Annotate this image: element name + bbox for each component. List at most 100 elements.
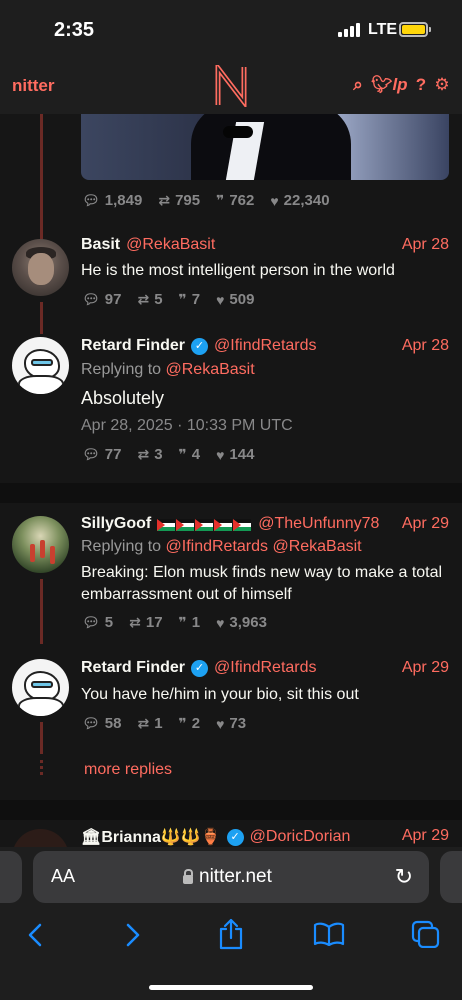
quote-count[interactable]: ❞ 1: [179, 614, 201, 631]
reload-icon[interactable]: ↻: [395, 864, 413, 890]
tweet-date[interactable]: Apr 28: [402, 337, 449, 355]
tweet-date[interactable]: Apr 28: [402, 236, 449, 254]
user-name[interactable]: 🏛Brianna🔱🔱🏺: [81, 827, 221, 847]
replying-label: Replying to: [81, 361, 162, 378]
verified-badge-icon: ✓: [226, 828, 244, 846]
lp-icon[interactable]: lp: [392, 75, 408, 95]
avatar[interactable]: [12, 659, 69, 716]
quote-count[interactable]: ❞ 7: [179, 291, 201, 308]
retweet-count[interactable]: ⇄ 1: [137, 715, 162, 732]
heart-icon: ♥: [216, 614, 225, 631]
verified-badge-icon: ✓: [191, 337, 209, 355]
retweet-icon: ⇄: [129, 614, 141, 630]
retweet-count[interactable]: ⇄ 17: [129, 614, 162, 631]
bookmarks-icon[interactable]: [313, 922, 345, 946]
avatar[interactable]: [12, 239, 69, 296]
thread-separator: [0, 483, 462, 503]
help-icon[interactable]: ?: [413, 75, 429, 95]
tweet-header: Retard Finder ✓ @IfindRetards: [81, 659, 317, 677]
lock-icon: [183, 868, 193, 884]
user-handle[interactable]: @RekaBasit: [126, 236, 215, 254]
tweet-header: Basit @RekaBasit: [81, 236, 215, 254]
quote-icon: ❞: [178, 291, 187, 307]
tweet-header: 🏛Brianna🔱🔱🏺 ✓ @DoricDorian: [81, 827, 350, 847]
share-icon[interactable]: [218, 918, 244, 950]
comment-icon: 💬︎: [82, 192, 100, 208]
replying-handle[interactable]: @RekaBasit: [166, 361, 255, 378]
tweet-stats: 💬︎ 77 ⇄ 3 ❞ 4 ♥ 144: [82, 446, 254, 463]
heart-icon: ♥: [216, 715, 225, 732]
home-indicator[interactable]: [149, 985, 313, 990]
tweet-header: SillyGoof @TheUnfunny78: [81, 515, 379, 533]
replying-to: Replying to @IfindRetards @RekaBasit: [81, 538, 362, 556]
user-handle[interactable]: @IfindRetards: [214, 337, 317, 355]
tweet-header: Retard Finder ✓ @IfindRetards: [81, 337, 317, 355]
reply-count[interactable]: 💬︎ 5: [82, 614, 113, 631]
aa-label: AA: [51, 866, 76, 886]
reply-count[interactable]: 💬︎ 58: [82, 715, 121, 732]
address-bar[interactable]: AA nitter.net ↻: [33, 851, 429, 903]
avatar[interactable]: [12, 829, 69, 847]
replying-to: Replying to @RekaBasit: [81, 361, 255, 379]
thread-line: [40, 722, 43, 754]
quote-count[interactable]: ❞ 4: [179, 446, 201, 463]
forward-icon[interactable]: [124, 922, 142, 948]
quote-count[interactable]: ❞ 2: [179, 715, 201, 732]
quote-count[interactable]: ❞ 762: [216, 192, 254, 209]
url-host[interactable]: nitter.net: [183, 866, 272, 888]
tweet-date[interactable]: Apr 29: [402, 659, 449, 677]
retweet-count[interactable]: ⇄ 795: [158, 192, 200, 209]
twitter-bird-icon[interactable]: 🐦︎: [371, 75, 393, 95]
battery-icon: [399, 22, 431, 37]
comment-icon: 💬︎: [82, 614, 100, 630]
user-handle[interactable]: @IfindRetards: [214, 659, 317, 677]
tweet-full-date[interactable]: Apr 28, 2025 · 10:33 PM UTC: [81, 417, 293, 435]
search-icon[interactable]: ⌕: [350, 75, 366, 95]
site-navbar: nitter ⌕ 🐦︎ lp ? ⚙: [0, 58, 462, 114]
user-name[interactable]: Retard Finder: [81, 659, 185, 677]
like-count[interactable]: ♥ 22,340: [270, 192, 329, 209]
reply-count[interactable]: 💬︎ 1,849: [82, 192, 142, 209]
avatar[interactable]: [12, 337, 69, 394]
previous-tab-peek[interactable]: [0, 851, 22, 903]
comment-icon: 💬︎: [82, 291, 100, 307]
nitter-logo-icon[interactable]: [214, 65, 248, 107]
comment-icon: 💬︎: [82, 446, 100, 462]
host-text: nitter.net: [199, 866, 272, 887]
user-handle[interactable]: @TheUnfunny78: [258, 515, 379, 533]
settings-icon[interactable]: ⚙: [434, 75, 450, 95]
heart-icon: ♥: [216, 291, 225, 308]
reply-count[interactable]: 💬︎ 97: [82, 291, 121, 308]
tweet-media-image[interactable]: [81, 114, 449, 180]
like-count[interactable]: ♥ 509: [216, 291, 254, 308]
like-count[interactable]: ♥ 73: [216, 715, 246, 732]
tweet-date[interactable]: Apr 29: [402, 827, 449, 845]
tweet-date[interactable]: Apr 29: [402, 515, 449, 533]
tweet-text: You have he/him in your bio, sit this ou…: [81, 686, 359, 703]
replying-handle[interactable]: @IfindRetards @RekaBasit: [166, 538, 362, 555]
tabs-icon[interactable]: [411, 920, 441, 948]
user-handle[interactable]: @DoricDorian: [250, 828, 351, 846]
tweet-text: Absolutely: [81, 388, 165, 408]
palestine-flags-icon: [157, 517, 252, 532]
heart-icon: ♥: [270, 192, 279, 209]
thread-separator: [0, 800, 462, 820]
timeline: 💬︎ 1,849 ⇄ 795 ❞ 762 ♥ 22,340 Basit @RekaBas…: [0, 114, 462, 847]
retweet-count[interactable]: ⇄ 3: [137, 446, 162, 463]
quote-icon: ❞: [178, 715, 187, 731]
status-bar: 2:35 LTE: [0, 0, 462, 58]
avatar[interactable]: [12, 516, 69, 573]
user-name[interactable]: SillyGoof: [81, 515, 151, 533]
back-icon[interactable]: [26, 922, 44, 948]
retweet-icon: ⇄: [137, 446, 150, 462]
reader-options-button[interactable]: AA: [51, 866, 75, 887]
more-replies-link[interactable]: more replies: [84, 761, 172, 779]
user-name[interactable]: Retard Finder: [81, 337, 185, 355]
like-count[interactable]: ♥ 3,963: [216, 614, 267, 631]
brand-link[interactable]: nitter: [12, 76, 55, 96]
next-tab-peek[interactable]: [440, 851, 462, 903]
retweet-count[interactable]: ⇄ 5: [137, 291, 162, 308]
reply-count[interactable]: 💬︎ 77: [82, 446, 121, 463]
like-count[interactable]: ♥ 144: [216, 446, 254, 463]
user-name[interactable]: Basit: [81, 236, 120, 254]
